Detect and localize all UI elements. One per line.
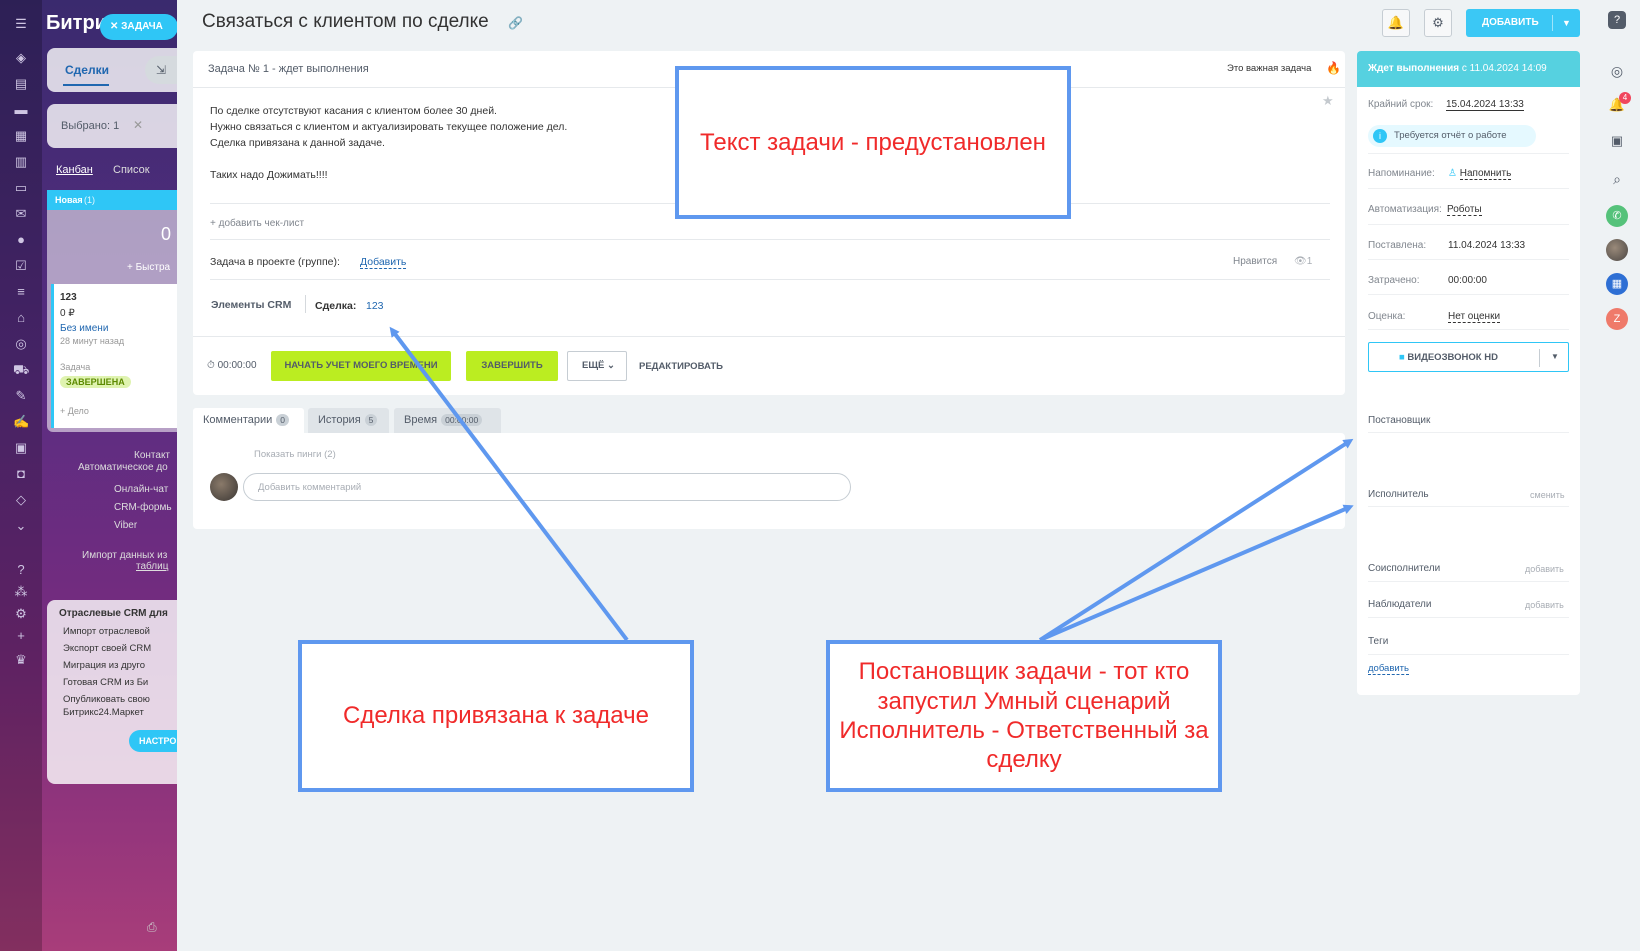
arrow-to-deal	[389, 326, 629, 642]
arrow-to-creator	[1038, 438, 1354, 642]
arrow-to-assignee	[1039, 504, 1354, 642]
annotation-arrows	[389, 326, 1354, 642]
